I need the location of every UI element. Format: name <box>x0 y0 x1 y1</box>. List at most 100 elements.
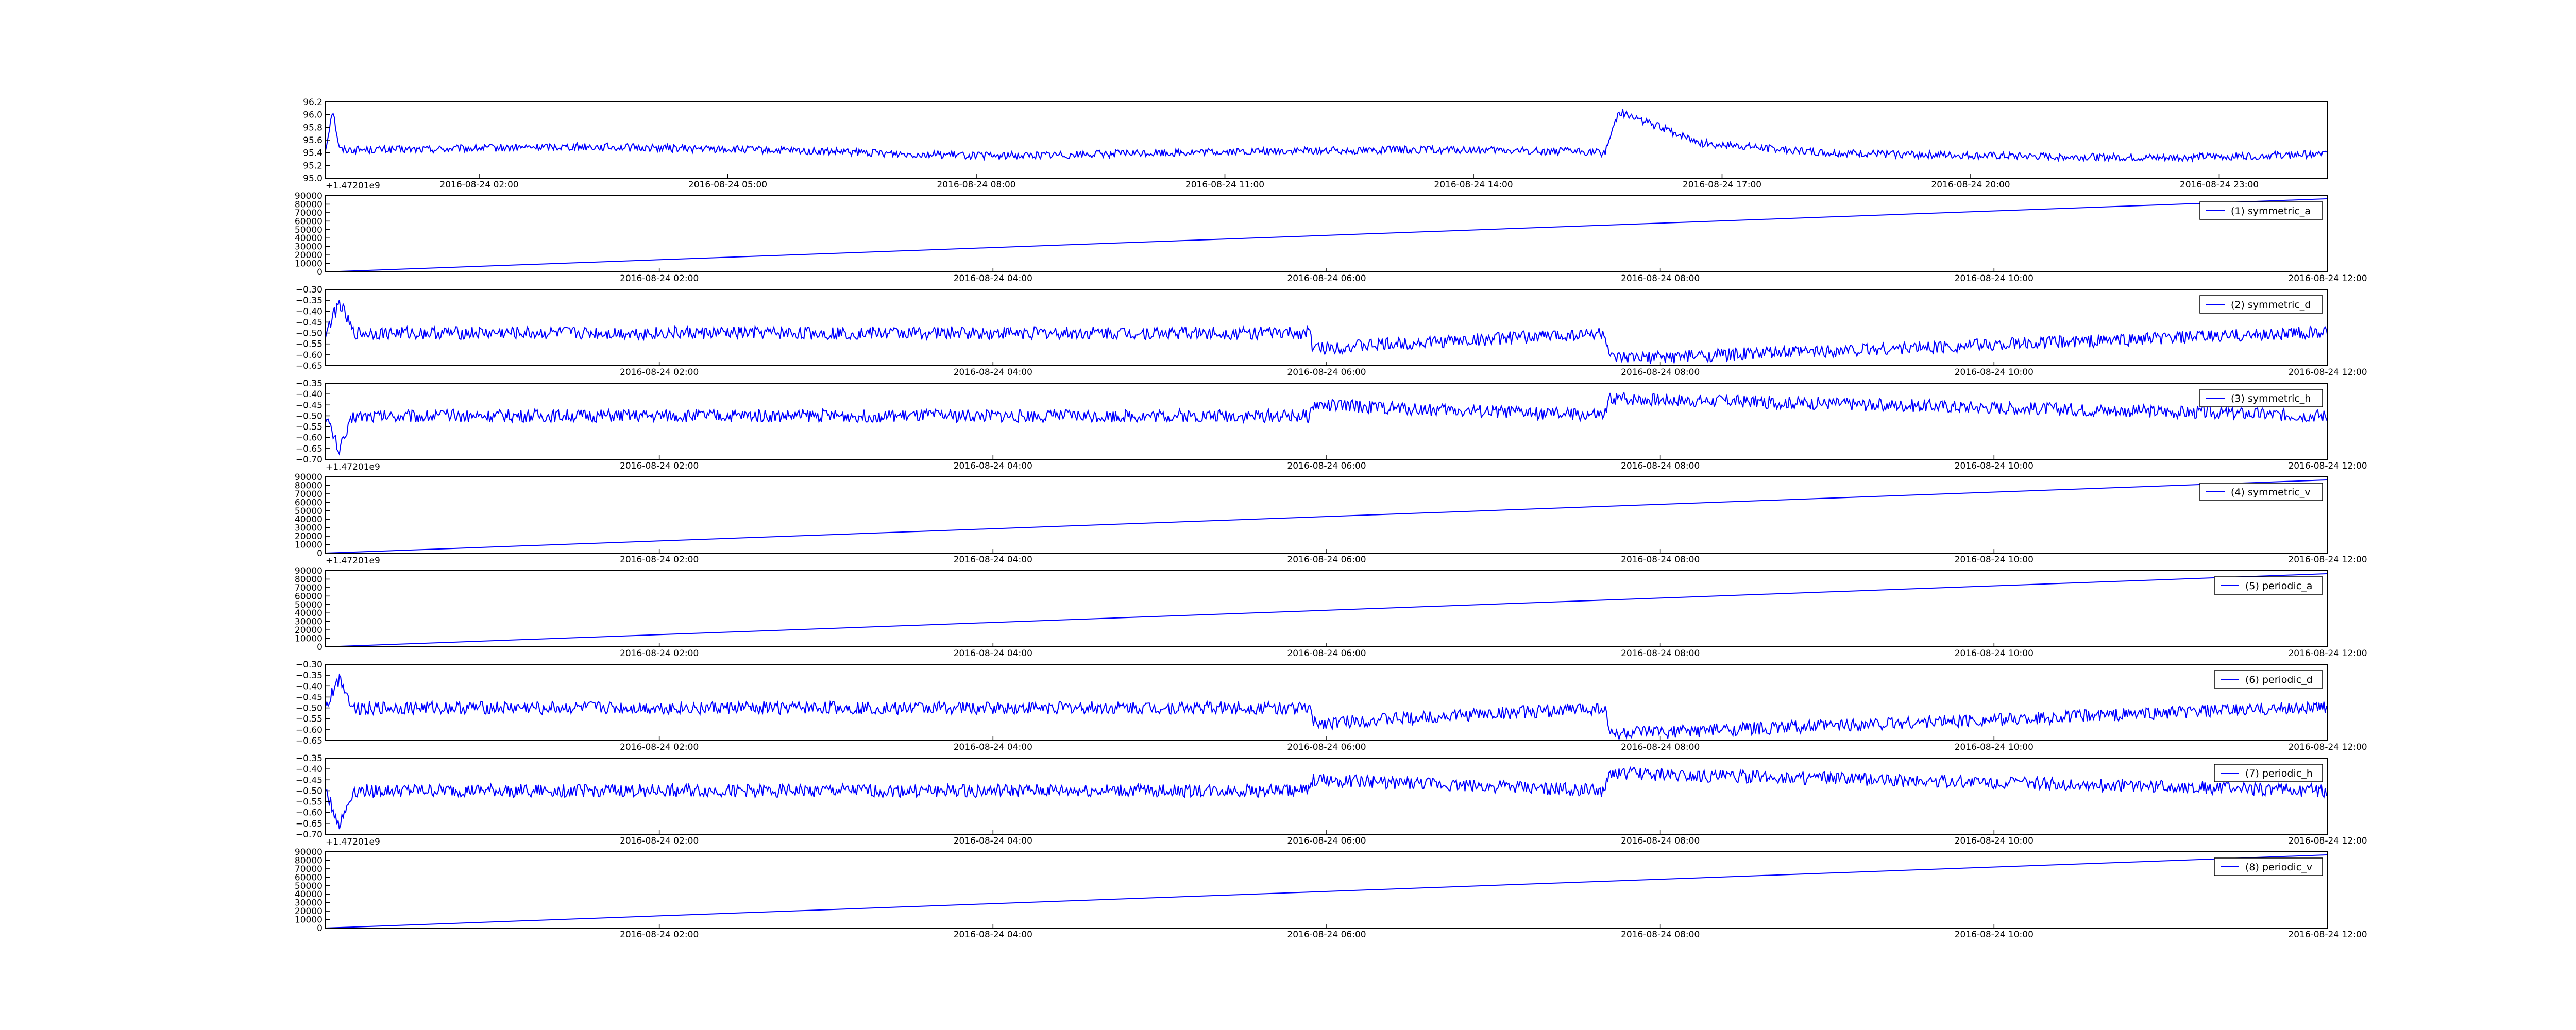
x-tick-label: 2016-08-24 08:00 <box>1621 930 1700 940</box>
chart-figure: 95.0 95.2 95.4 95.6 95.8 96.0 96.2 2016-08-24 0… <box>295 97 2367 940</box>
chart-panel-3: −0.70−0.65−0.60−0.55−0.50−0.45−0.40−0.35… <box>296 379 2367 472</box>
y-tick-label: −0.50 <box>296 703 323 714</box>
y-tick-label: 95.2 <box>303 161 323 171</box>
x-tick-label: 2016-08-24 04:00 <box>954 742 1032 752</box>
legend: (3) symmetric_h <box>2199 389 2323 407</box>
x-tick-label: 2016-08-24 02:00 <box>620 930 699 940</box>
axis-offset-text: +1.47201e9 <box>326 181 380 191</box>
x-tick-label: 2016-08-24 04:00 <box>954 461 1032 471</box>
chart-panel-8: 0100002000030000400005000060000700008000… <box>295 847 2367 940</box>
x-tick-label: 2016-08-24 12:00 <box>2288 461 2367 471</box>
x-tick-label: 2016-08-24 08:00 <box>1621 836 1700 846</box>
y-tick-label: 96.2 <box>303 97 323 108</box>
x-tick-label: 2016-08-24 12:00 <box>2288 367 2367 377</box>
y-tick-label: −0.60 <box>296 350 323 360</box>
x-tick-label: 2016-08-24 12:00 <box>2288 930 2367 940</box>
x-tick-label: 2016-08-24 12:00 <box>2288 555 2367 565</box>
y-tick-label: −0.40 <box>296 764 323 775</box>
y-tick-label: −0.65 <box>296 361 323 371</box>
y-tick-label: −0.70 <box>296 455 323 465</box>
x-tick-label: 2016-08-24 02:00 <box>620 836 699 846</box>
x-tick-label: 2016-08-24 02:00 <box>439 180 518 190</box>
axes-frame <box>325 289 2328 366</box>
x-tick-label: 2016-08-24 04:00 <box>954 273 1032 284</box>
legend: (4) symmetric_v <box>2199 483 2323 501</box>
x-tick-label: 2016-08-24 14:00 <box>1434 180 1513 190</box>
y-tick-label: −0.50 <box>296 786 323 796</box>
y-tick-label: −0.60 <box>296 433 323 443</box>
x-tick-label: 2016-08-24 06:00 <box>1287 273 1366 284</box>
x-tick-label: 2016-08-24 08:00 <box>1621 367 1700 377</box>
x-tick-label: 2016-08-24 06:00 <box>1287 836 1366 846</box>
y-tick-label: −0.45 <box>296 775 323 785</box>
legend: (2) symmetric_d <box>2199 295 2323 314</box>
y-tick-label: −0.40 <box>296 389 323 400</box>
x-tick-label: 2016-08-24 06:00 <box>1287 461 1366 471</box>
legend-label: (5) periodic_a <box>2245 580 2312 592</box>
y-tick-label: −0.40 <box>296 306 323 317</box>
chart-panel-4: 0100002000030000400005000060000700008000… <box>295 472 2367 566</box>
chart-panel-5: 0100002000030000400005000060000700008000… <box>295 566 2367 659</box>
axis-offset-text: +1.47201e9 <box>326 556 380 566</box>
x-tick-label: 2016-08-24 10:00 <box>1955 555 2033 565</box>
x-tick-label: 2016-08-24 02:00 <box>620 555 699 565</box>
y-tick-label: −0.50 <box>296 329 323 339</box>
y-tick-label: 95.0 <box>303 174 323 184</box>
y-tick-label: −0.35 <box>296 671 323 681</box>
axes-frame <box>325 758 2328 835</box>
x-tick-label: 2016-08-24 08:00 <box>1621 742 1700 752</box>
legend: (1) symmetric_a <box>2199 201 2323 220</box>
x-tick-label: 2016-08-24 04:00 <box>954 555 1032 565</box>
x-tick-label: 2016-08-24 06:00 <box>1287 648 1366 659</box>
x-tick-label: 2016-08-24 08:00 <box>937 180 1015 190</box>
y-tick-label: −0.45 <box>296 317 323 328</box>
x-tick-label: 2016-08-24 10:00 <box>1955 648 2033 659</box>
y-tick-label: 96.0 <box>303 110 323 121</box>
series-line <box>325 673 2328 741</box>
chart-panel-2: −0.65−0.60−0.55−0.50−0.45−0.40−0.35−0.30… <box>296 285 2367 377</box>
x-tick-label: 2016-08-24 06:00 <box>1287 367 1366 377</box>
chart-panel-1: 0100002000030000400005000060000700008000… <box>295 191 2367 284</box>
x-tick-label: 2016-08-24 08:00 <box>1621 555 1700 565</box>
legend-label: (8) periodic_v <box>2245 862 2312 873</box>
x-tick-label: 2016-08-24 10:00 <box>1955 273 2033 284</box>
legend-label: (7) periodic_h <box>2245 768 2313 779</box>
x-tick-label: 2016-08-24 04:00 <box>954 836 1032 846</box>
y-tick-label: −0.65 <box>296 444 323 454</box>
x-tick-label: 2016-08-24 06:00 <box>1287 930 1366 940</box>
x-tick-label: 2016-08-24 10:00 <box>1955 930 2033 940</box>
x-tick-label: 2016-08-24 12:00 <box>2288 273 2367 284</box>
x-tick-label: 2016-08-24 20:00 <box>1931 180 2010 190</box>
y-tick-label: −0.40 <box>296 681 323 692</box>
x-tick-label: 2016-08-24 06:00 <box>1287 555 1366 565</box>
x-tick-label: 2016-08-24 12:00 <box>2288 648 2367 659</box>
x-tick-label: 2016-08-24 10:00 <box>1955 742 2033 752</box>
legend: (7) periodic_h <box>2214 764 2323 782</box>
x-tick-label: 2016-08-24 02:00 <box>620 273 699 284</box>
y-tick-label: −0.55 <box>296 422 323 433</box>
series-line <box>325 198 2328 272</box>
y-tick-label: −0.35 <box>296 753 323 764</box>
x-tick-label: 2016-08-24 04:00 <box>954 367 1032 377</box>
series-line <box>325 300 2328 364</box>
y-tick-label: 90000 <box>295 191 323 201</box>
legend-label: (3) symmetric_h <box>2231 393 2311 404</box>
y-tick-label: 95.8 <box>303 123 323 133</box>
y-tick-label: −0.35 <box>296 296 323 306</box>
y-tick-label: −0.55 <box>296 714 323 725</box>
y-tick-label: 95.4 <box>303 148 323 159</box>
y-tick-label: −0.50 <box>296 411 323 421</box>
legend: (6) periodic_d <box>2214 670 2323 689</box>
x-tick-label: 2016-08-24 02:00 <box>620 648 699 659</box>
x-tick-label: 2016-08-24 10:00 <box>1955 367 2033 377</box>
series-line <box>325 766 2328 830</box>
y-tick-label: 90000 <box>295 566 323 576</box>
series-line <box>325 479 2328 554</box>
x-tick-label: 2016-08-24 02:00 <box>620 367 699 377</box>
y-tick-label: −0.30 <box>296 660 323 670</box>
x-tick-label: 2016-08-24 04:00 <box>954 930 1032 940</box>
x-tick-label: 2016-08-24 02:00 <box>620 742 699 752</box>
x-tick-label: 2016-08-24 12:00 <box>2288 836 2367 846</box>
y-tick-label: −0.30 <box>296 285 323 295</box>
y-tick-label: −0.45 <box>296 692 323 702</box>
